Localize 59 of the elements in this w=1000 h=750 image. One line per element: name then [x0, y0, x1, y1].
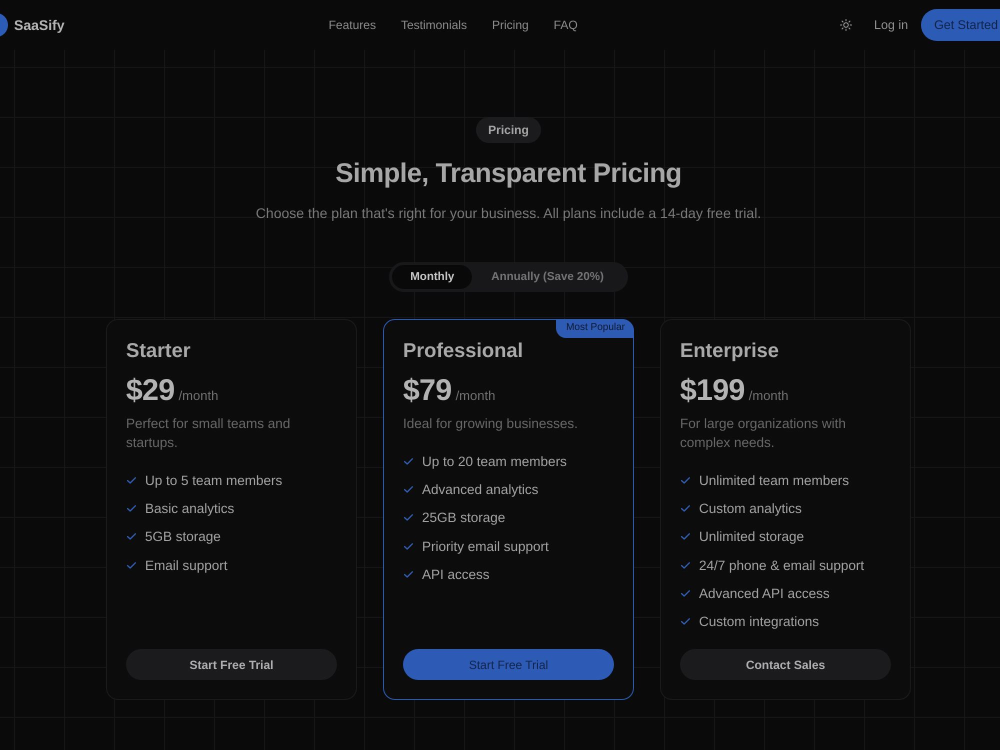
check-icon — [404, 486, 413, 493]
popular-badge: Most Popular — [556, 319, 634, 338]
plan-description: Perfect for small teams and startups. — [126, 415, 292, 452]
billing-option[interactable]: Annually (Save 20%) — [472, 265, 625, 289]
logo-icon — [0, 13, 8, 37]
plan-name: Enterprise — [680, 339, 780, 363]
page-subtitle: Choose the plan that's right for your business. All plans include a 14-day free trial. — [256, 204, 762, 223]
logo-text: SaaSify — [14, 17, 65, 33]
feature-text: Unlimited storage — [699, 529, 804, 544]
feature-text: Up to 20 team members — [422, 454, 567, 469]
check-icon — [681, 504, 690, 512]
feature-text: 25GB storage — [422, 510, 506, 526]
plan-price: $79 — [403, 373, 452, 409]
feature-text: Priority email support — [422, 538, 549, 554]
feature-text: Advanced analytics — [422, 482, 538, 497]
feature-text: 24/7 phone & email support — [699, 558, 864, 573]
check-icon — [404, 458, 413, 465]
plan-price: $199 — [680, 373, 745, 409]
plan-button[interactable]: Start Free Trial — [126, 649, 337, 680]
theme-toggle-button[interactable] — [840, 19, 852, 31]
feature-text: Unlimited team members — [699, 472, 850, 488]
check-icon — [404, 570, 413, 578]
check-icon — [404, 542, 413, 550]
login-link[interactable]: Log in — [874, 18, 908, 32]
check-icon — [681, 562, 690, 569]
feature-text: Up to 5 team members — [145, 472, 282, 488]
plan-price: $29 — [126, 373, 175, 409]
feature-text: Custom analytics — [699, 500, 802, 516]
plan-name: Professional — [403, 339, 524, 363]
feature-text: Advanced API access — [699, 586, 830, 601]
check-icon — [681, 618, 690, 626]
check-icon — [127, 562, 136, 569]
check-icon — [404, 514, 413, 522]
nav-link[interactable]: Features — [328, 18, 376, 32]
nav-link[interactable]: Testimonials — [400, 18, 467, 32]
check-icon — [127, 476, 136, 484]
price-period: /month — [748, 388, 788, 403]
check-icon — [681, 590, 690, 597]
feature-text: Custom integrations — [699, 614, 820, 630]
check-icon — [127, 504, 136, 512]
price-period: /month — [178, 388, 218, 403]
feature-text: 5GB storage — [145, 529, 221, 544]
plan-description: For large organizations with complex needs. — [680, 415, 847, 452]
check-icon — [127, 533, 136, 540]
feature-text: Basic analytics — [145, 500, 234, 516]
plan-name: Starter — [126, 339, 192, 363]
nav-link[interactable]: FAQ — [554, 18, 578, 32]
plan-button[interactable]: Contact Sales — [680, 649, 891, 680]
feature-text: API access — [422, 566, 490, 582]
feature-text: Email support — [145, 558, 228, 573]
plan-description: Ideal for growing businesses. — [403, 415, 579, 433]
nav-link[interactable]: Pricing — [492, 18, 529, 32]
check-icon — [681, 476, 690, 484]
sun-icon — [840, 19, 852, 31]
page-title: Simple, Transparent Pricing — [335, 157, 682, 190]
check-icon — [681, 533, 690, 540]
price-period: /month — [456, 388, 496, 403]
section-badge: Pricing — [476, 117, 541, 143]
billing-option[interactable]: Monthly — [392, 265, 472, 289]
